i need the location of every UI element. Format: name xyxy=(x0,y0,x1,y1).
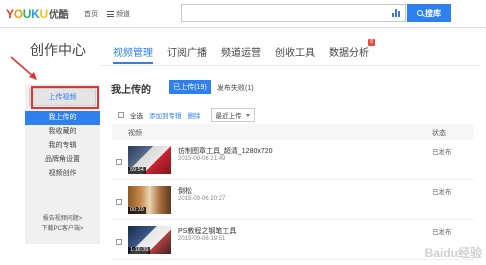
nav-home-link[interactable]: 首页 xyxy=(84,9,98,19)
sidebar-nav: 我上传的 我收藏的 我的专辑 品牌角设置 视频创作 xyxy=(25,111,100,181)
video-time: 2015-09-06 20:27 xyxy=(178,196,226,202)
download-client-link[interactable]: 下载PC客户端> xyxy=(25,224,100,234)
video-title[interactable]: 倒松 xyxy=(178,186,192,196)
youku-logo[interactable]: YOUKU优酷 xyxy=(6,6,69,21)
video-title[interactable]: 仿制图章工具_超清_1280x720 xyxy=(178,146,273,156)
nav-channels-menu[interactable]: 频道 xyxy=(107,9,130,19)
column-header-video: 视频 xyxy=(128,130,142,137)
video-status: 已发布 xyxy=(432,149,452,156)
watermark: Baidu经验 xyxy=(424,246,482,260)
row-checkbox[interactable] xyxy=(116,159,122,165)
table-header: 视频 状态 xyxy=(112,124,474,140)
video-time: 2015-09-06 21:49 xyxy=(178,156,226,162)
video-thumbnail[interactable]: 00:39 xyxy=(128,186,171,214)
add-to-album-link[interactable]: 添加到专辑 xyxy=(149,110,182,120)
video-duration: 00:39 xyxy=(128,207,146,214)
uploaded-filter-button[interactable]: 已上传(19) xyxy=(169,80,211,94)
video-thumbnail[interactable]: 59:54 xyxy=(128,146,171,174)
sort-label: 最近上传 xyxy=(215,113,242,120)
chevron-down-icon xyxy=(245,114,250,117)
notification-badge: 8 xyxy=(368,39,375,46)
video-status: 已发布 xyxy=(432,229,452,236)
top-bar: YOUKU优酷 首页 频道 搜库 xyxy=(0,0,486,28)
row-checkbox[interactable] xyxy=(116,239,122,245)
table-row: 59:54 仿制图章工具_超清_1280x720 2015-09-06 21:4… xyxy=(112,142,474,180)
list-toolbar: 全选 添加到专辑 删除 最近上传 xyxy=(118,108,255,122)
column-header-status: 状态 xyxy=(432,130,446,137)
tab-subscriptions[interactable]: 订阅广播 xyxy=(167,44,207,64)
menu-icon xyxy=(107,11,114,17)
delete-link[interactable]: 删除 xyxy=(188,110,201,120)
upload-highlight-box xyxy=(31,86,99,109)
main-tabs: 视频管理 订阅广播 频道运营 创收工具 数据分析 8 xyxy=(113,39,383,64)
select-all-checkbox[interactable] xyxy=(118,112,124,118)
sidebar-item-brand-settings[interactable]: 品牌角设置 xyxy=(25,153,100,167)
select-all-label: 全选 xyxy=(130,113,143,120)
row-checkbox[interactable] xyxy=(116,199,122,205)
video-thumbnail[interactable]: 1:16:39 xyxy=(128,226,171,254)
sort-dropdown[interactable]: 最近上传 xyxy=(210,108,255,122)
content-title: 我上传的 xyxy=(111,85,151,96)
video-title[interactable]: PS教程之钢笔工具 xyxy=(178,226,236,236)
nav-channels-label: 频道 xyxy=(116,11,130,18)
search-button[interactable]: 搜库 xyxy=(407,4,451,22)
tabs-divider xyxy=(100,65,480,66)
sidebar-item-my-uploads[interactable]: 我上传的 xyxy=(25,111,100,125)
tab-data-analysis[interactable]: 数据分析 8 xyxy=(329,39,375,64)
tab-channel-ops[interactable]: 频道运营 xyxy=(221,44,261,64)
search-icon xyxy=(417,10,423,16)
failed-filter-link[interactable]: 发布失败(1) xyxy=(217,83,254,93)
search-input[interactable] xyxy=(181,4,406,22)
video-status: 已发布 xyxy=(432,189,452,196)
video-duration: 1:16:39 xyxy=(128,247,151,254)
video-time: 2015-09-06 19:51 xyxy=(178,236,226,242)
sidebar-item-video-creation[interactable]: 视频创作 xyxy=(25,167,100,181)
sidebar-links: 报告视频问题> 下载PC客户端> xyxy=(25,214,100,234)
sidebar-item-my-favorites[interactable]: 我收藏的 xyxy=(25,125,100,139)
table-row: 1:16:39 PS教程之钢笔工具 2015-09-06 19:51 已发布 xyxy=(112,222,474,260)
report-issue-link[interactable]: 报告视频问题> xyxy=(25,214,100,224)
sidebar-item-my-albums[interactable]: 我的专辑 xyxy=(25,139,100,153)
video-duration: 59:54 xyxy=(128,167,146,174)
tab-video-management[interactable]: 视频管理 xyxy=(113,44,153,64)
bar-chart-icon[interactable] xyxy=(392,9,400,17)
table-row: 00:39 倒松 2015-09-06 20:27 已发布 xyxy=(112,182,474,220)
annotation-arrow-icon xyxy=(10,56,37,80)
tab-revenue-tools[interactable]: 创收工具 xyxy=(275,44,315,64)
search-button-label: 搜库 xyxy=(425,8,441,18)
